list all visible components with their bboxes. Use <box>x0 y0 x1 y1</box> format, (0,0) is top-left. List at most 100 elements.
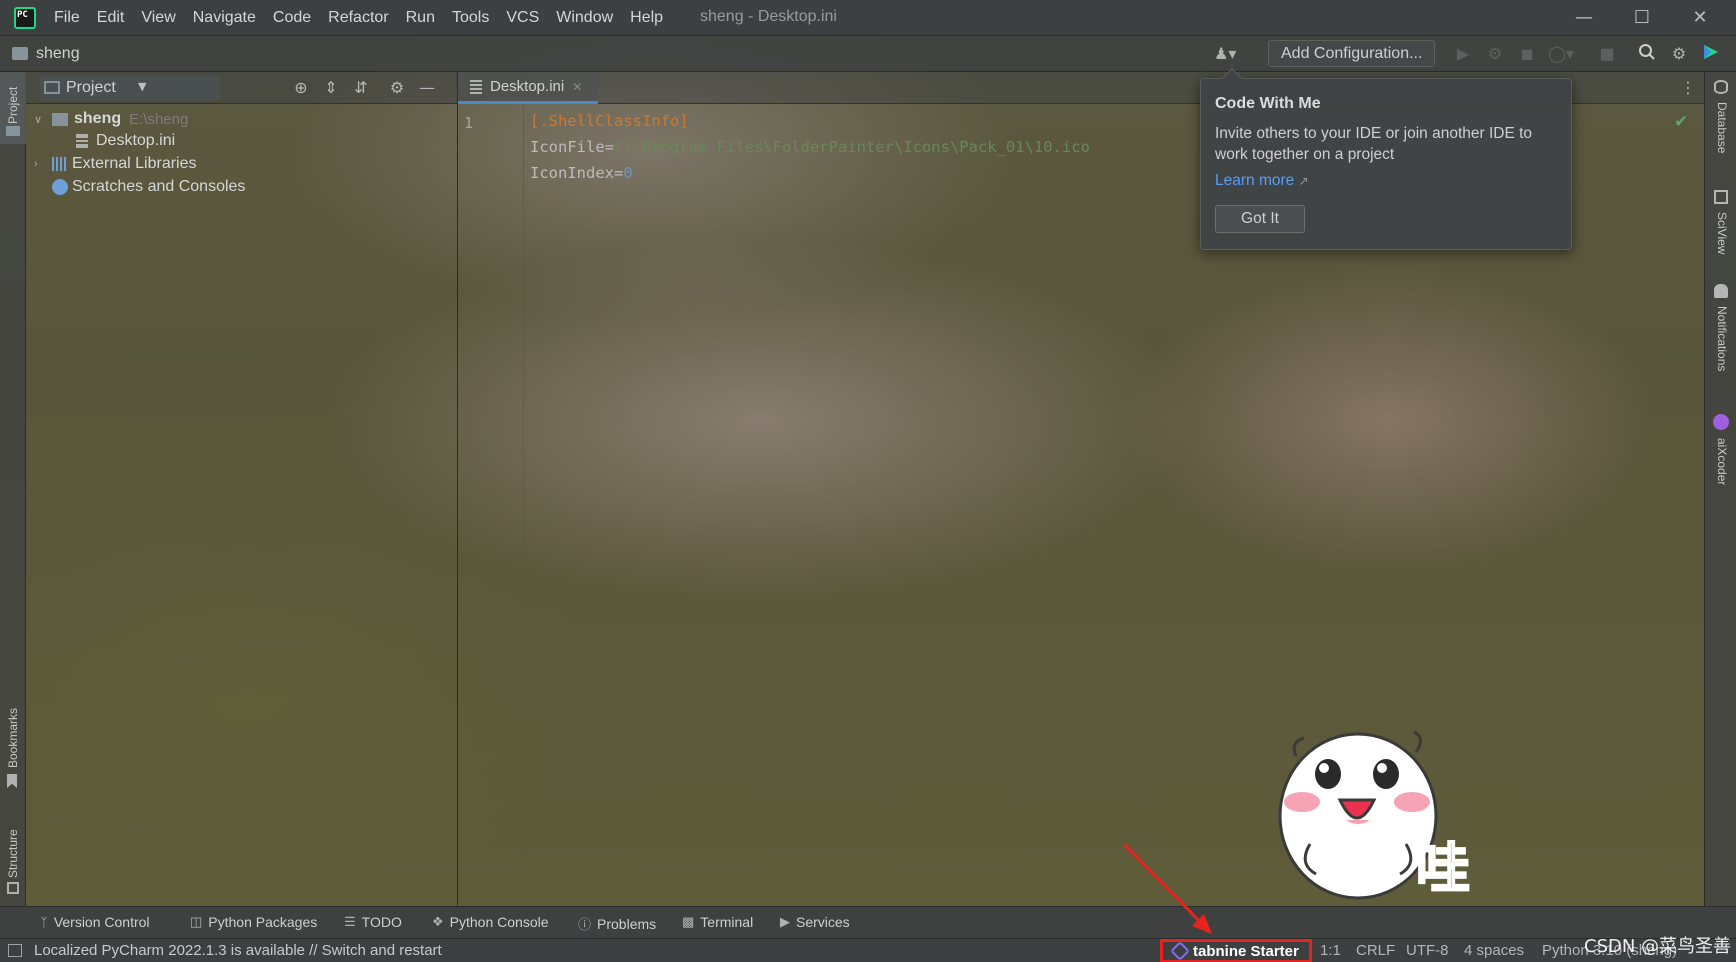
learn-more-link[interactable]: Learn more ↗ <box>1215 172 1309 190</box>
sciview-stripe-button[interactable]: SciView <box>1715 212 1729 254</box>
left-tool-stripe: Project Bookmarks Structure <box>0 72 26 906</box>
problems-icon: ⓘ <box>578 917 592 932</box>
menu-tools[interactable]: Tools <box>452 9 489 27</box>
popup-body: Invite others to your IDE or join anothe… <box>1215 125 1533 163</box>
status-message[interactable]: Localized PyCharm 2022.1.3 is available … <box>34 942 442 959</box>
more-options-icon[interactable]: ⋮ <box>1680 78 1696 97</box>
minimize-button[interactable]: — <box>1564 4 1604 32</box>
notifications-bell-icon <box>1714 284 1728 298</box>
stop-icon[interactable]: ■ <box>1596 43 1618 65</box>
navigation-bar: sheng ♟▾ Add Configuration... ▶ ⚙ ◼ ◯▾ ■… <box>0 36 1736 72</box>
menu-edit[interactable]: Edit <box>97 9 125 27</box>
tabnine-status-widget[interactable]: tabnine Starter <box>1160 939 1312 962</box>
close-tab-icon[interactable]: ✕ <box>572 80 582 94</box>
tool-window-services[interactable]: ▶ Services <box>780 914 850 930</box>
close-window-button[interactable]: ✕ <box>1680 4 1720 32</box>
panel-settings-gear-icon[interactable]: ⚙ <box>386 77 408 99</box>
sciview-icon <box>1714 190 1728 204</box>
line-separator[interactable]: CRLF <box>1356 942 1395 959</box>
file-encoding[interactable]: UTF-8 <box>1406 942 1449 959</box>
text-file-icon <box>76 134 88 148</box>
libraries-icon <box>52 157 68 171</box>
code-line-2[interactable]: IconFile=C:\Program Files\FolderPainter\… <box>530 138 1090 156</box>
project-stripe-button[interactable]: Project <box>0 72 26 144</box>
profile-icon[interactable]: ◯▾ <box>1548 43 1574 65</box>
project-view-icon <box>44 81 60 94</box>
notifications-stripe-button[interactable]: Notifications <box>1715 306 1729 371</box>
tree-item-path: E:\sheng <box>129 110 189 128</box>
collapse-all-icon[interactable]: ⇵ <box>350 77 372 99</box>
tree-item-label: Scratches and Consoles <box>72 178 246 195</box>
tree-item-root[interactable]: ∨ sheng E:\sheng <box>34 107 188 131</box>
code-line-1[interactable]: [.ShellClassInfo] <box>530 112 689 130</box>
packages-icon: ◫ <box>190 914 203 929</box>
structure-stripe-button[interactable]: Structure <box>6 829 20 878</box>
chevron-right-icon[interactable]: › <box>34 158 48 170</box>
todo-icon: ☰ <box>344 914 356 929</box>
menu-refactor[interactable]: Refactor <box>328 9 388 27</box>
chevron-down-icon[interactable]: ▼ <box>138 80 146 93</box>
maximize-button[interactable]: ☐ <box>1622 4 1662 32</box>
settings-gear-icon[interactable]: ⚙ <box>1668 43 1690 65</box>
tool-window-python-packages[interactable]: ◫ Python Packages <box>190 914 317 930</box>
tool-window-label: TODO <box>361 914 402 930</box>
menu-vcs[interactable]: VCS <box>506 9 539 27</box>
tool-window-label: Services <box>796 914 850 930</box>
tool-window-terminal[interactable]: ▩ Terminal <box>682 914 753 930</box>
tool-window-label: Python Packages <box>208 914 318 930</box>
tree-item-desktop-ini[interactable]: Desktop.ini <box>76 129 175 153</box>
tree-item-scratches[interactable]: Scratches and Consoles <box>52 175 245 199</box>
toggle-tool-windows-icon[interactable] <box>8 944 22 957</box>
text-file-icon <box>470 79 482 94</box>
bookmarks-stripe-button[interactable]: Bookmarks <box>6 708 20 768</box>
hide-panel-icon[interactable]: — <box>416 77 438 99</box>
run-icon[interactable]: ▶ <box>1452 43 1474 65</box>
tool-window-label: Python Console <box>449 914 549 930</box>
code-value: C:\Program Files\FolderPainter\Icons\Pac… <box>614 138 1090 156</box>
database-stripe-button[interactable]: Database <box>1715 102 1729 153</box>
editor-tab-desktop-ini[interactable]: Desktop.ini ✕ <box>458 72 598 104</box>
code-key: IconIndex= <box>530 164 624 182</box>
caret-position[interactable]: 1:1 <box>1320 942 1341 959</box>
menu-file[interactable]: File <box>54 9 80 27</box>
menu-window[interactable]: Window <box>556 9 613 27</box>
indent-setting[interactable]: 4 spaces <box>1464 942 1524 959</box>
tree-item-external-libraries[interactable]: › External Libraries <box>34 152 197 176</box>
coverage-icon[interactable]: ◼ <box>1516 43 1538 65</box>
window-title: sheng - Desktop.ini <box>700 8 837 25</box>
csdn-watermark: CSDN @菜鸟圣善 <box>1584 936 1732 957</box>
tool-window-label: Version Control <box>53 914 150 930</box>
menu-run[interactable]: Run <box>406 9 435 27</box>
got-it-button[interactable]: Got It <box>1215 205 1305 233</box>
menu-code[interactable]: Code <box>273 9 311 27</box>
expand-all-icon[interactable]: ⇕ <box>320 77 342 99</box>
jetbrains-toolbox-icon[interactable] <box>1700 43 1722 65</box>
bookmark-icon <box>7 774 17 788</box>
menu-view[interactable]: View <box>141 9 175 27</box>
locate-file-icon[interactable]: ⊕ <box>290 77 312 99</box>
project-panel-title: Project <box>66 79 116 96</box>
tool-window-problems[interactable]: ⓘ Problems <box>578 914 656 933</box>
aixcoder-stripe-button[interactable]: aiXcoder <box>1715 438 1729 485</box>
tabnine-logo-icon <box>1170 941 1190 961</box>
code-with-me-icon[interactable]: ♟▾ <box>1214 43 1236 65</box>
tool-window-todo[interactable]: ☰ TODO <box>344 914 402 930</box>
menu-help[interactable]: Help <box>630 9 663 27</box>
learn-more-label: Learn more <box>1215 172 1295 189</box>
debug-icon[interactable]: ⚙ <box>1484 43 1506 65</box>
status-bar: Localized PyCharm 2022.1.3 is available … <box>0 938 1736 962</box>
tool-window-bar: ᛉ Version Control ◫ Python Packages ☰ TODO … <box>0 906 1736 938</box>
editor-gutter: 1 <box>458 104 524 906</box>
menu-navigate[interactable]: Navigate <box>193 9 256 27</box>
add-configuration-button[interactable]: Add Configuration... <box>1268 40 1436 67</box>
pycharm-logo-icon <box>14 6 36 29</box>
tool-window-python-console[interactable]: ❖ Python Console <box>432 914 549 930</box>
tool-window-version-control[interactable]: ᛉ Version Control <box>40 914 150 930</box>
chevron-down-icon[interactable]: ∨ <box>34 113 48 126</box>
search-everywhere-icon[interactable] <box>1636 43 1658 65</box>
tree-item-label: External Libraries <box>72 155 197 172</box>
red-arrow-annotation <box>1122 842 1212 934</box>
inspection-ok-check-icon[interactable]: ✔ <box>1674 112 1688 132</box>
code-line-3[interactable]: IconIndex=0 <box>530 164 633 182</box>
breadcrumb-project[interactable]: sheng <box>36 45 80 63</box>
